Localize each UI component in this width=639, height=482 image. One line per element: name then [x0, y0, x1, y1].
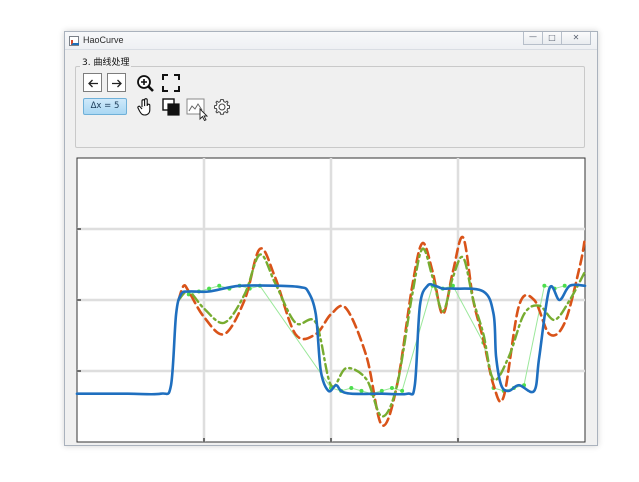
title-bar[interactable]: HaoCurve — □ ✕	[65, 32, 597, 50]
window-title: HaoCurve	[83, 35, 124, 45]
data-point-marker	[349, 386, 354, 391]
settings-button[interactable]	[212, 97, 232, 117]
minimize-button[interactable]: —	[523, 32, 543, 45]
data-point-marker	[400, 388, 405, 393]
zoom-in-button[interactable]	[135, 73, 155, 93]
arrow-left-icon	[88, 79, 98, 88]
window-controls: — □ ✕	[523, 32, 591, 45]
fit-to-view-button[interactable]	[161, 73, 181, 93]
maximize-button[interactable]: □	[542, 32, 562, 45]
forward-button[interactable]	[107, 73, 126, 92]
fit-to-view-icon	[162, 74, 180, 92]
minimize-icon: —	[529, 32, 537, 41]
data-point-marker	[379, 388, 384, 393]
arrow-right-icon	[112, 79, 122, 88]
app-icon	[69, 36, 79, 46]
close-icon: ✕	[572, 33, 580, 42]
app-window: HaoCurve — □ ✕ 3. 曲线处理 Δx = 5	[64, 31, 598, 446]
maximize-icon: □	[548, 33, 556, 42]
curve-plot[interactable]	[75, 156, 587, 446]
close-button[interactable]: ✕	[561, 32, 591, 45]
data-point-marker	[562, 283, 567, 288]
data-point-marker	[542, 283, 547, 288]
copy-icon	[162, 98, 180, 116]
gear-icon	[214, 98, 230, 115]
data-point-marker	[217, 283, 222, 288]
data-point-marker	[389, 386, 394, 391]
panel-title: 3. 曲线处理	[80, 58, 132, 69]
curve-tool-icon	[186, 98, 208, 121]
copy-button[interactable]	[161, 97, 181, 117]
delta-x-button[interactable]: Δx = 5	[83, 98, 127, 115]
pan-button[interactable]	[135, 97, 155, 117]
back-button[interactable]	[83, 73, 102, 92]
curve-tool-button[interactable]	[186, 97, 208, 121]
zoom-in-icon	[137, 75, 154, 92]
hand-pan-icon	[137, 98, 151, 116]
data-point-marker	[359, 388, 364, 393]
